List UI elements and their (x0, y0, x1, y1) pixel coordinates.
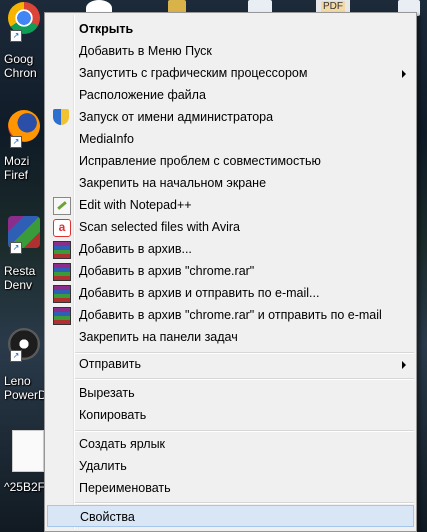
menu-item-label: Запуск от имени администратора (79, 110, 274, 124)
notepadpp-icon (53, 197, 71, 215)
menu-item-label: Добавить в архив и отправить по e-mail..… (79, 286, 320, 300)
menu-item-scan-avira[interactable]: a Scan selected files with Avira (47, 216, 414, 238)
winrar-icon (53, 263, 71, 281)
menu-item-pin-to-start[interactable]: Закрепить на начальном экране (47, 172, 414, 194)
shortcut-arrow-icon: ↗ (10, 30, 22, 42)
winrar-icon (53, 285, 71, 303)
document-thumbnail-icon (12, 430, 44, 472)
menu-item-label: Переименовать (79, 481, 171, 495)
menu-item-label: Запустить с графическим процессором (79, 66, 308, 80)
menu-item-label: Создать ярлык (79, 437, 166, 451)
menu-item-label: Копировать (79, 408, 147, 422)
menu-item-pin-to-taskbar[interactable]: Закрепить на панели задач (47, 326, 414, 348)
winrar-icon (53, 241, 71, 259)
menu-item-mediainfo[interactable]: MediaInfo (47, 128, 414, 150)
menu-separator (75, 378, 414, 380)
menu-item-label: Удалить (79, 459, 127, 473)
menu-item-edit-notepadpp[interactable]: Edit with Notepad++ (47, 194, 414, 216)
menu-item-send-to[interactable]: Отправить (47, 353, 414, 375)
menu-item-add-to-start-menu[interactable]: Добавить в Меню Пуск (47, 40, 414, 62)
menu-item-add-to-archive[interactable]: Добавить в архив... (47, 238, 414, 260)
context-menu: Открыть Добавить в Меню Пуск Запустить с… (44, 12, 417, 532)
menu-item-label: Закрепить на панели задач (79, 330, 238, 344)
shortcut-arrow-icon: ↗ (10, 350, 22, 362)
submenu-arrow-icon (402, 70, 406, 78)
menu-item-label: Свойства (80, 510, 135, 524)
pdf-label: PDF (321, 1, 345, 12)
menu-item-label: Добавить в архив "chrome.rar" и отправит… (79, 308, 382, 322)
menu-item-delete[interactable]: Удалить (47, 455, 414, 477)
desktop-icon-column: ↗ Goog Chron ↗ Mozi Firef ↗ Resta Denv ↗… (0, 0, 47, 532)
uac-shield-icon (53, 109, 69, 125)
menu-item-properties[interactable]: Свойства (47, 505, 414, 527)
menu-item-copy[interactable]: Копировать (47, 404, 414, 426)
menu-item-run-as-admin[interactable]: Запуск от имени администратора (47, 106, 414, 128)
menu-item-rename[interactable]: Переименовать (47, 477, 414, 499)
menu-item-archive-and-email[interactable]: Добавить в архив и отправить по e-mail..… (47, 282, 414, 304)
menu-item-label: Edit with Notepad++ (79, 198, 192, 212)
menu-item-label: Scan selected files with Avira (79, 220, 240, 234)
menu-item-label: Открыть (79, 22, 134, 36)
menu-item-troubleshoot-compatibility[interactable]: Исправление проблем с совместимостью (47, 150, 414, 172)
winrar-icon (53, 307, 71, 325)
menu-item-label: Вырезать (79, 386, 135, 400)
menu-item-create-shortcut[interactable]: Создать ярлык (47, 433, 414, 455)
menu-separator (75, 430, 414, 432)
menu-item-run-with-gpu[interactable]: Запустить с графическим процессором (47, 62, 414, 84)
menu-item-label: Добавить в архив "chrome.rar" (79, 264, 255, 278)
menu-item-label: Исправление проблем с совместимостью (79, 154, 321, 168)
menu-item-chrome-rar-and-email[interactable]: Добавить в архив "chrome.rar" и отправит… (47, 304, 414, 326)
menu-item-label: MediaInfo (79, 132, 134, 146)
shortcut-arrow-icon: ↗ (10, 242, 22, 254)
menu-item-label: Закрепить на начальном экране (79, 176, 267, 190)
menu-item-file-location[interactable]: Расположение файла (47, 84, 414, 106)
menu-item-add-to-chrome-rar[interactable]: Добавить в архив "chrome.rar" (47, 260, 414, 282)
menu-separator (75, 502, 414, 504)
menu-item-label: Расположение файла (79, 88, 206, 102)
menu-item-open[interactable]: Открыть (47, 18, 414, 40)
menu-item-label: Добавить в Меню Пуск (79, 44, 212, 58)
avira-icon: a (53, 219, 71, 237)
submenu-arrow-icon (402, 361, 406, 369)
menu-item-cut[interactable]: Вырезать (47, 382, 414, 404)
menu-item-label: Отправить (79, 357, 141, 371)
menu-item-label: Добавить в архив... (79, 242, 192, 256)
shortcut-arrow-icon: ↗ (10, 136, 22, 148)
